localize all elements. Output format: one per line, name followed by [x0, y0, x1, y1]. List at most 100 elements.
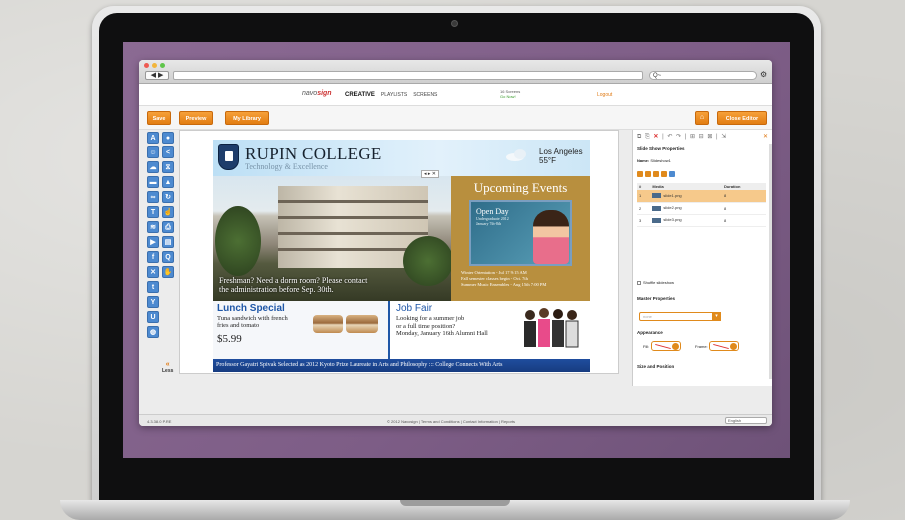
close-editor-button[interactable]: Close Editor: [717, 111, 767, 125]
app-logo: navosign: [302, 90, 332, 97]
close-window-button[interactable]: [144, 63, 149, 68]
master-properties-heading: Master Properties: [637, 296, 676, 301]
media-table: # Media Duration 1 slide1.png 8 2 slide2…: [637, 183, 766, 227]
printer-widget-icon[interactable]: ⎙: [162, 221, 174, 233]
table-row[interactable]: 2 slide2.png 8: [637, 202, 766, 215]
yahoo-widget-icon[interactable]: Y: [147, 296, 159, 308]
frame-label: Frame:: [695, 344, 708, 349]
editor-toolbar: Save Preview My Library ⌂ Close Editor: [139, 106, 772, 130]
logout-link[interactable]: Logout: [597, 92, 612, 98]
link-widget-icon[interactable]: ∞: [147, 191, 159, 203]
cloud-icon[interactable]: [503, 148, 533, 162]
photo-caption: Freshman? Need a dorm room? Please conta…: [219, 276, 368, 294]
fill-color-picker[interactable]: [651, 341, 681, 351]
video-widget-icon[interactable]: ▶: [147, 236, 159, 248]
slideshow-controls[interactable]: ◂ ▸ ✕: [421, 170, 439, 178]
lunch-price: $5.99: [217, 333, 242, 345]
my-library-button[interactable]: My Library: [225, 111, 269, 125]
college-tagline[interactable]: Technology & Excellence: [245, 162, 328, 171]
preview-button[interactable]: Preview: [179, 111, 213, 125]
weather-readout[interactable]: Los Angeles 55°F: [539, 147, 583, 165]
browser-titlebar: ◀ ▶ Q~ ⚙: [139, 60, 772, 84]
circle-widget-icon[interactable]: ●: [162, 132, 174, 144]
app-header: navosign CREATIVE PLAYLISTS SCREENS 16 S…: [139, 84, 772, 106]
events-list: Winter Orientation - Jul 17 9:15 AM Fall…: [461, 270, 547, 287]
college-title[interactable]: RUPIN COLLEGE: [245, 144, 382, 164]
frame-color-picker[interactable]: [709, 341, 739, 351]
footer-links[interactable]: © 2012 Navosign | Terms and Conditions |…: [387, 419, 515, 424]
properties-toolbar[interactable]: ⧉ ⎘ ✕ | ↶ ↷ | ⊞ ⊟ ⊠ | ⇲: [637, 133, 727, 141]
browser-search-input[interactable]: Q~: [649, 71, 757, 80]
table-row[interactable]: 1 slide1.png 8: [637, 190, 766, 203]
hand-widget-icon[interactable]: ✋: [162, 266, 174, 278]
name-field[interactable]: Name: Slideshow1: [637, 158, 671, 163]
properties-scrollbar[interactable]: [769, 144, 772, 379]
shapes-widget-icon[interactable]: ▲: [162, 176, 174, 188]
tree-image: [403, 236, 453, 286]
image-widget-icon[interactable]: ▬: [147, 176, 159, 188]
college-crest-icon: [218, 144, 239, 170]
news-ticker[interactable]: Professor Gayatri Spivak Selected as 201…: [213, 359, 590, 372]
back-forward-buttons[interactable]: ◀ ▶: [145, 71, 169, 80]
search-widget-icon[interactable]: Q: [162, 251, 174, 263]
gear-icon[interactable]: ⚙: [760, 71, 769, 80]
table-row[interactable]: 3 slide3.png 8: [637, 214, 766, 227]
upcoming-events-panel[interactable]: Upcoming Events Open Day Undergraduate 2…: [451, 176, 590, 301]
shuffle-checkbox[interactable]: Shuffle slideshow: [637, 280, 674, 285]
weather-widget-icon[interactable]: ☁: [147, 161, 159, 173]
html-widget-icon[interactable]: ▤: [162, 236, 174, 248]
ticker-widget-icon[interactable]: T: [147, 206, 159, 218]
twitter-widget-icon[interactable]: t: [147, 281, 159, 293]
master-select[interactable]: none ▾: [639, 312, 721, 321]
lunch-special-block[interactable]: Lunch Special Tuna sandwich with french …: [213, 301, 388, 359]
laptop-base: [60, 500, 850, 520]
people-image: [524, 308, 579, 348]
people-widget-icon[interactable]: ☺: [147, 146, 159, 158]
tab-creative[interactable]: CREATIVE: [345, 92, 375, 98]
slide-canvas: RUPIN COLLEGE Technology & Excellence Lo…: [179, 130, 619, 374]
add-media-icon[interactable]: [637, 171, 643, 177]
refresh-widget-icon[interactable]: ↻: [162, 191, 174, 203]
campus-photo[interactable]: Freshman? Need a dorm room? Please conta…: [213, 176, 453, 301]
media-actions[interactable]: [637, 171, 675, 177]
url-bar[interactable]: [173, 71, 643, 80]
lock-icon[interactable]: ⌂: [695, 111, 709, 125]
folder-icon[interactable]: [645, 171, 651, 177]
student-photo: [533, 210, 569, 264]
size-position-heading: Size and Position: [637, 364, 675, 369]
properties-title: Slide Show Properties: [637, 146, 685, 151]
job-fair-block[interactable]: Job Fair Looking for a summer job or a f…: [388, 301, 590, 359]
appearance-heading: Appearance: [637, 330, 663, 335]
language-select[interactable]: English: [725, 417, 767, 424]
app-nav: CREATIVE PLAYLISTS SCREENS: [345, 92, 437, 98]
tree-image: [215, 206, 261, 276]
tab-playlists[interactable]: PLAYLISTS: [381, 92, 407, 98]
camera-icon: [451, 20, 458, 27]
edit-icon[interactable]: [661, 171, 667, 177]
text-widget-icon[interactable]: A: [147, 132, 159, 144]
clock-widget-icon[interactable]: ⧖: [162, 161, 174, 173]
globe-widget-icon[interactable]: ◍: [147, 326, 159, 338]
minimize-window-button[interactable]: [152, 63, 157, 68]
touch-widget-icon[interactable]: ☝: [162, 206, 174, 218]
remove-media-icon[interactable]: [653, 171, 659, 177]
arrow-widget-icon[interactable]: <: [162, 146, 174, 158]
status-bar: 4.3.38.0 P.RE © 2012 Navosign | Terms an…: [139, 414, 772, 426]
zoom-window-button[interactable]: [160, 63, 165, 68]
less-toggle[interactable]: « Less: [162, 361, 173, 374]
laptop-screen: ◀ ▶ Q~ ⚙ navosign CREATIVE PLAYLISTS SCR…: [123, 42, 790, 458]
slide-preview: RUPIN COLLEGE Technology & Excellence Lo…: [213, 140, 590, 372]
sandwich-image: [313, 315, 343, 333]
play-icon[interactable]: [669, 171, 675, 177]
slide-header: RUPIN COLLEGE Technology & Excellence Lo…: [213, 140, 590, 176]
save-button[interactable]: Save: [147, 111, 171, 125]
facebook-widget-icon[interactable]: f: [147, 251, 159, 263]
close-icon[interactable]: ✕: [763, 133, 768, 140]
tab-screens[interactable]: SCREENS: [413, 92, 437, 98]
flickr-widget-icon[interactable]: ✕: [147, 266, 159, 278]
workspace: A ● ☺ < ☁ ⧖ ▬ ▲ ∞ ↻ T ☝ ≋ ⎙ ▶ ▤ f Q ✕ ✋: [139, 130, 772, 414]
fill-label: Fill:: [643, 344, 650, 349]
rss-widget-icon[interactable]: ≋: [147, 221, 159, 233]
screens-status[interactable]: 16 Screens Go Now!: [500, 89, 520, 99]
tube-widget-icon[interactable]: U: [147, 311, 159, 323]
